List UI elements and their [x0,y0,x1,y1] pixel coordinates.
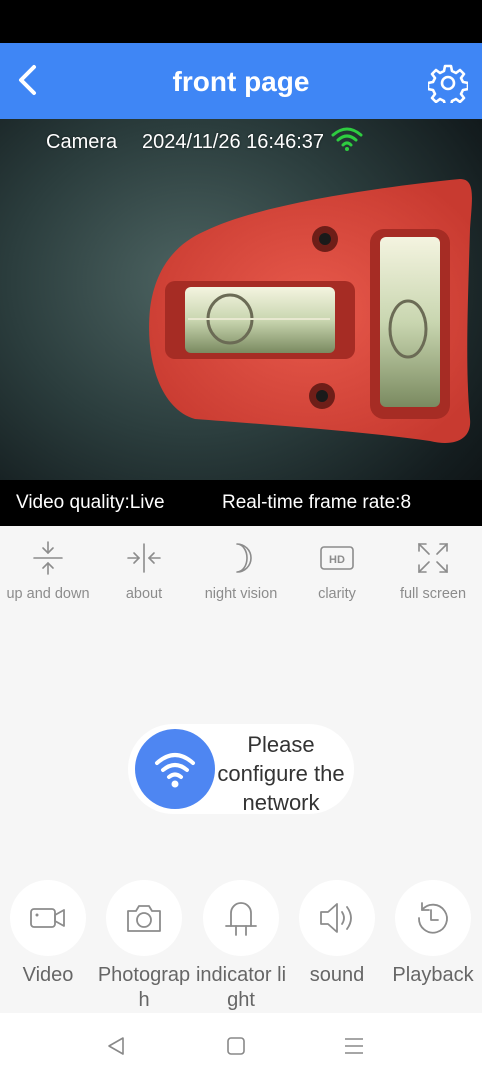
status-bar [0,0,482,43]
fullscreen-icon [418,543,448,573]
sound-button[interactable]: sound [289,880,385,988]
playback-circle[interactable] [395,880,471,956]
night-vision-button[interactable]: night vision [193,540,289,602]
nav-menu-button[interactable] [334,1031,374,1061]
photograph-label: Photograph [97,964,191,1011]
speaker-icon [320,903,352,933]
triangle-back-icon [108,1037,124,1055]
app-header: front page [0,43,482,119]
photograph-circle[interactable] [106,880,182,956]
frame-rate-text: Real-time frame rate:8 [222,492,412,513]
wifi-signal-icon [331,127,363,151]
camera-video-feed[interactable]: Camera 2024/11/26 16:46:37 Video quality… [0,119,482,526]
flip-vertical-icon [33,541,63,575]
system-nav-bar [0,1013,482,1080]
photograph-button[interactable]: Photograph [96,880,192,1013]
flip-horizontal-icon [127,543,161,573]
indicator-light-label: indicator light [195,964,287,1011]
configure-network-icon-button[interactable] [135,729,215,809]
video-quality-text: Video quality:Live [16,492,165,513]
full-screen-button[interactable]: full screen [385,540,481,602]
camera-icon [127,905,161,932]
up-and-down-button[interactable]: up and down [0,540,96,602]
video-info-bar: Video quality:Live Real-time frame rate:… [0,480,482,526]
video-camera-icon [30,908,65,928]
video-record-button[interactable]: Video [0,880,96,988]
wifi-icon [155,753,195,788]
hd-icon: HD [320,546,354,570]
indicator-light-button[interactable]: indicator light [193,880,289,1013]
history-icon [418,902,448,934]
action-buttons: Video Photograph indicator light sound P… [0,880,482,1013]
up-and-down-label: up and down [6,586,90,602]
night-vision-label: night vision [204,586,278,602]
video-label: Video [22,964,74,986]
playback-button[interactable]: Playback [385,880,481,988]
camera-label: Camera [46,131,118,153]
nav-back-button[interactable] [96,1031,136,1061]
clarity-button[interactable]: HD clarity [289,540,385,602]
indicator-light-circle[interactable] [203,880,279,956]
settings-button[interactable] [426,63,470,108]
square-home-icon [227,1037,245,1055]
video-record-circle[interactable] [10,880,86,956]
playback-label: Playback [392,964,474,986]
video-controls: up and down about night vision HD clarit… [0,540,482,610]
spirit-level-image [149,179,472,443]
menu-icon [345,1038,363,1054]
timestamp: 2024/11/26 16:46:37 [142,131,325,153]
page-title: front page [172,66,310,97]
about-button[interactable]: about [96,540,192,602]
hd-badge-text: HD [329,554,345,566]
nav-home-button[interactable] [216,1031,256,1061]
moon-icon [236,543,252,573]
clarity-label: clarity [318,586,356,602]
sound-circle[interactable] [299,880,375,956]
gear-icon [426,64,470,108]
about-label: about [125,586,163,602]
sound-label: sound [309,964,365,986]
light-icon [225,902,257,936]
configure-network-text: Please configure the network [217,732,345,815]
full-screen-label: full screen [399,586,467,602]
